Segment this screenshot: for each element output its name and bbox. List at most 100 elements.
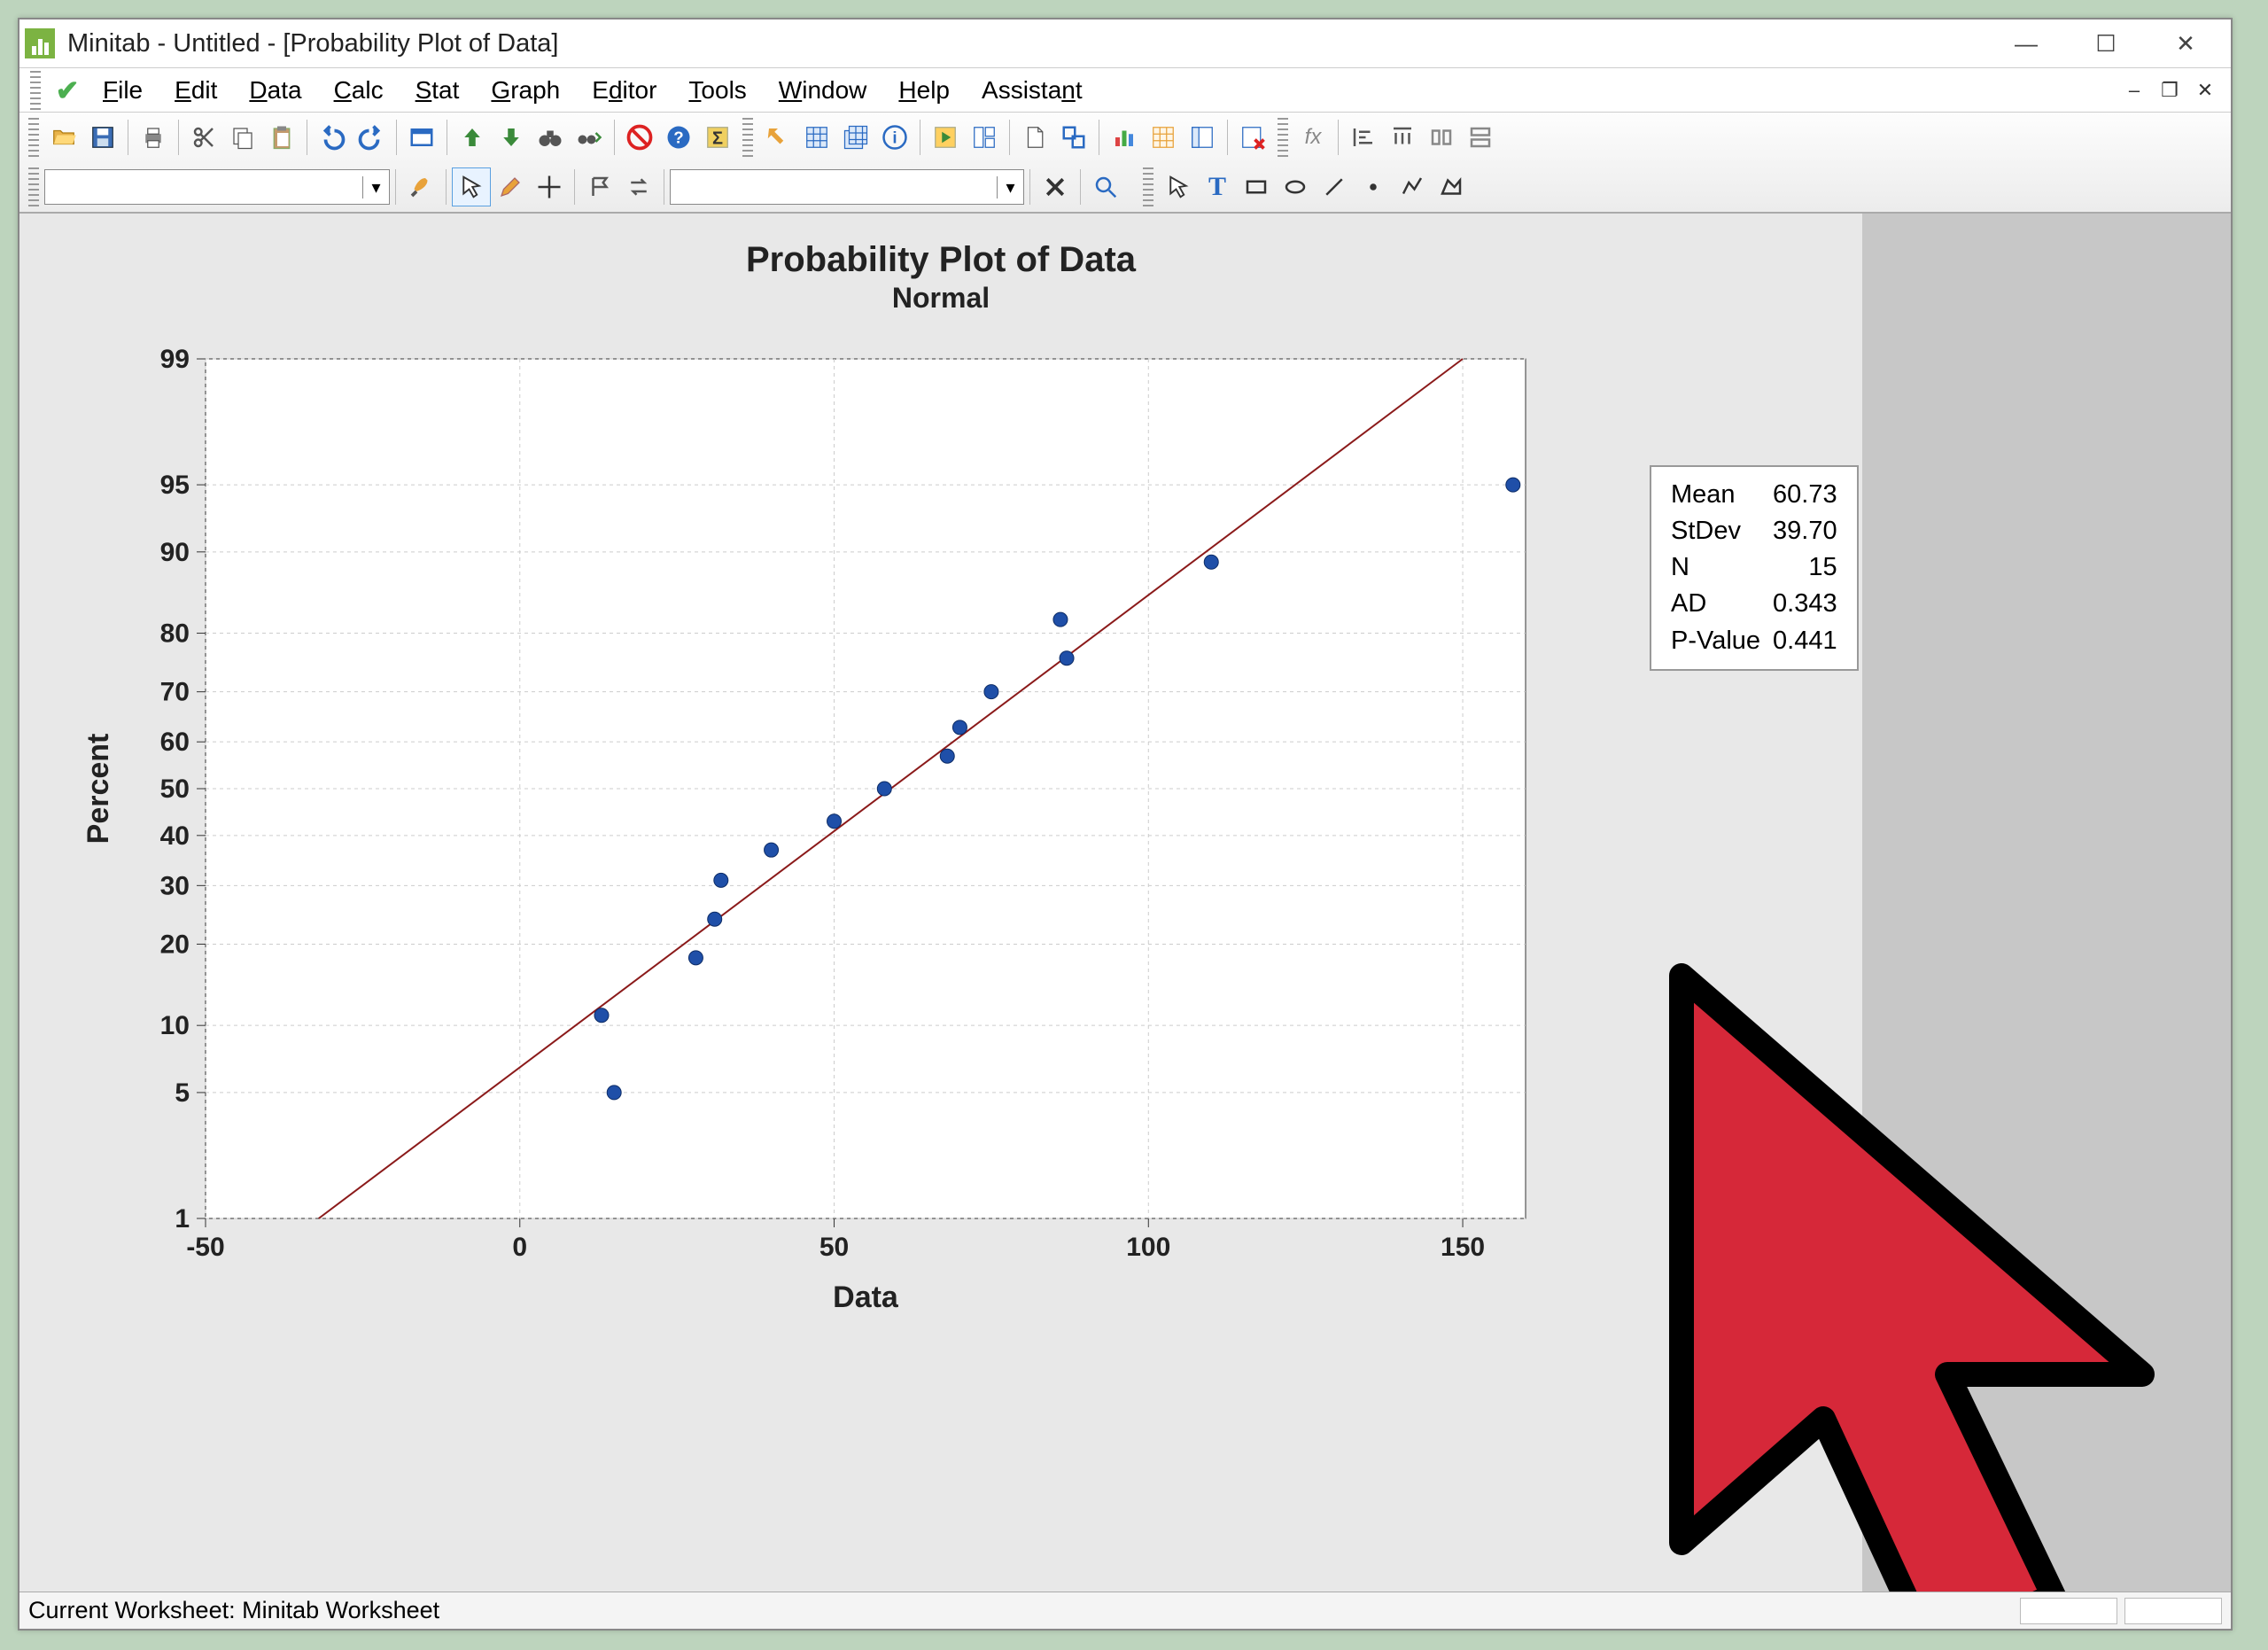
element-selector[interactable]: ▾	[44, 169, 390, 205]
line-icon	[1321, 174, 1348, 200]
chart-button[interactable]	[1105, 118, 1144, 157]
menu-stat[interactable]: Stat	[401, 73, 474, 108]
mdi-restore-button[interactable]: ❐	[2155, 79, 2185, 102]
info-icon: i	[882, 124, 908, 151]
stats-table: Mean60.73StDev39.70N15AD0.343P-Value0.44…	[1664, 476, 1845, 660]
rect-button[interactable]	[1237, 167, 1276, 206]
menu-calc[interactable]: Calc	[320, 73, 398, 108]
layout-icon	[1189, 124, 1216, 151]
worksheet2-button[interactable]	[836, 118, 875, 157]
arrange-button[interactable]	[965, 118, 1004, 157]
svg-text:-50: -50	[186, 1233, 224, 1262]
hand-brush-icon	[408, 174, 434, 200]
line-button[interactable]	[1315, 167, 1354, 206]
stat-label: N	[1666, 550, 1766, 585]
insert-button[interactable]	[758, 118, 797, 157]
grip-icon	[28, 118, 39, 157]
stat-value: 15	[1767, 550, 1843, 585]
print-button[interactable]	[134, 118, 173, 157]
menu-editor[interactable]: Editor	[578, 73, 671, 108]
delete-button[interactable]	[1036, 167, 1075, 206]
maximize-button[interactable]: ☐	[2066, 19, 2146, 68]
close-button[interactable]: ✕	[2146, 19, 2225, 68]
cancel-button[interactable]	[620, 118, 659, 157]
scissors-icon	[190, 124, 217, 151]
distribute-button[interactable]	[1383, 118, 1422, 157]
menu-graph[interactable]: Graph	[477, 73, 574, 108]
run-button[interactable]	[926, 118, 965, 157]
find-next-button[interactable]	[570, 118, 609, 157]
zoom-button[interactable]	[1086, 167, 1125, 206]
menu-assistant[interactable]: Assistant	[967, 73, 1097, 108]
dot-icon	[1360, 174, 1386, 200]
grip-icon	[1278, 118, 1288, 157]
cut-button[interactable]	[184, 118, 223, 157]
svg-text:100: 100	[1126, 1233, 1170, 1262]
copy-button[interactable]	[223, 118, 262, 157]
ellipse-button[interactable]	[1276, 167, 1315, 206]
find-button[interactable]	[531, 118, 570, 157]
pencil-button[interactable]	[491, 167, 530, 206]
right-gutter	[1862, 214, 2231, 1592]
status-pane	[2124, 1598, 2222, 1624]
up-button[interactable]	[453, 118, 492, 157]
point-button[interactable]	[1354, 167, 1393, 206]
clipboard-icon	[268, 124, 295, 151]
sigma-button[interactable]: Σ	[698, 118, 737, 157]
menu-edit[interactable]: Edit	[160, 73, 231, 108]
minimize-button[interactable]: —	[1986, 19, 2066, 68]
content-area: Probability Plot of Data Normal -5005010…	[19, 214, 2231, 1592]
polyline-button[interactable]	[1393, 167, 1432, 206]
binoculars-icon	[537, 124, 563, 151]
mdi-minimize-button[interactable]: –	[2119, 79, 2149, 102]
mdi-close-button[interactable]: ✕	[2190, 79, 2220, 102]
crosshair-icon	[536, 174, 563, 200]
svg-text:1: 1	[175, 1204, 190, 1234]
worksheet-button[interactable]	[797, 118, 836, 157]
menu-window[interactable]: Window	[765, 73, 882, 108]
plot-area[interactable]: -50050100150151020304050607080909599Data…	[82, 341, 1862, 1334]
menu-tools[interactable]: Tools	[674, 73, 760, 108]
undo-button[interactable]	[313, 118, 352, 157]
save-icon	[89, 124, 116, 151]
polygon-button[interactable]	[1432, 167, 1471, 206]
ellipse-icon	[1282, 174, 1309, 200]
pointer2-button[interactable]	[1159, 167, 1198, 206]
stat-label: P-Value	[1666, 624, 1766, 658]
menu-help[interactable]: Help	[884, 73, 964, 108]
align-left-button[interactable]	[1344, 118, 1383, 157]
flag-button[interactable]	[580, 167, 619, 206]
graph-panel: Probability Plot of Data Normal -5005010…	[19, 214, 1862, 1592]
brush-button[interactable]	[401, 167, 440, 206]
down-button[interactable]	[492, 118, 531, 157]
menu-data[interactable]: Data	[235, 73, 315, 108]
save-button[interactable]	[83, 118, 122, 157]
table-icon	[1150, 124, 1177, 151]
close-doc-button[interactable]	[1233, 118, 1272, 157]
chevron-down-icon: ▾	[362, 176, 389, 198]
info-button[interactable]: i	[875, 118, 914, 157]
select-button[interactable]	[452, 167, 491, 206]
report-button[interactable]	[1183, 118, 1222, 157]
align-h-button[interactable]	[1422, 118, 1461, 157]
text-button[interactable]: T	[1198, 167, 1237, 206]
check-icon: ✔	[50, 73, 85, 108]
window-icon	[408, 124, 435, 151]
help-button[interactable]: ?	[659, 118, 698, 157]
open-button[interactable]	[44, 118, 83, 157]
menu-file[interactable]: File	[89, 73, 157, 108]
paste-button[interactable]	[262, 118, 301, 157]
fx-button[interactable]: fx	[1293, 118, 1332, 157]
crosshair-button[interactable]	[530, 167, 569, 206]
group-button[interactable]	[1054, 118, 1093, 157]
stat-label: Mean	[1666, 478, 1766, 512]
style-selector[interactable]: ▾	[670, 169, 1024, 205]
grid-button[interactable]	[1144, 118, 1183, 157]
swap-button[interactable]	[619, 167, 658, 206]
svg-text:60: 60	[160, 728, 190, 757]
align-v-button[interactable]	[1461, 118, 1500, 157]
project-manager-button[interactable]	[402, 118, 441, 157]
chevron-down-icon: ▾	[997, 176, 1023, 198]
redo-button[interactable]	[352, 118, 391, 157]
new-doc-button[interactable]	[1015, 118, 1054, 157]
